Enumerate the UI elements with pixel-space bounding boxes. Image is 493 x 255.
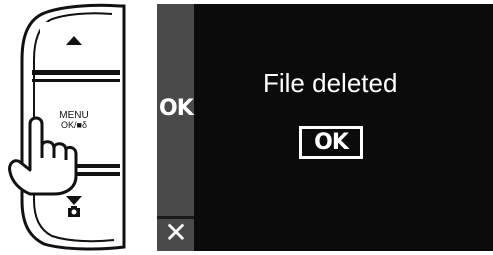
softkey-ok[interactable]: OK [159, 96, 194, 121]
camera-lcd-screen: OK ✕ File deleted OK [157, 4, 493, 251]
status-message: File deleted [263, 68, 398, 98]
ok-button[interactable]: OK [299, 126, 363, 159]
softkey-rail: OK ✕ [157, 4, 194, 251]
close-icon[interactable]: ✕ [161, 218, 191, 248]
device-button-panel: MENU OK/■δ [0, 0, 140, 251]
menu-ok-button[interactable]: MENU OK/■δ [59, 110, 88, 130]
ok-label: OK/■δ [61, 120, 87, 130]
up-button[interactable] [40, 22, 112, 68]
device-panel-drawing: MENU OK/■δ [8, 3, 126, 251]
